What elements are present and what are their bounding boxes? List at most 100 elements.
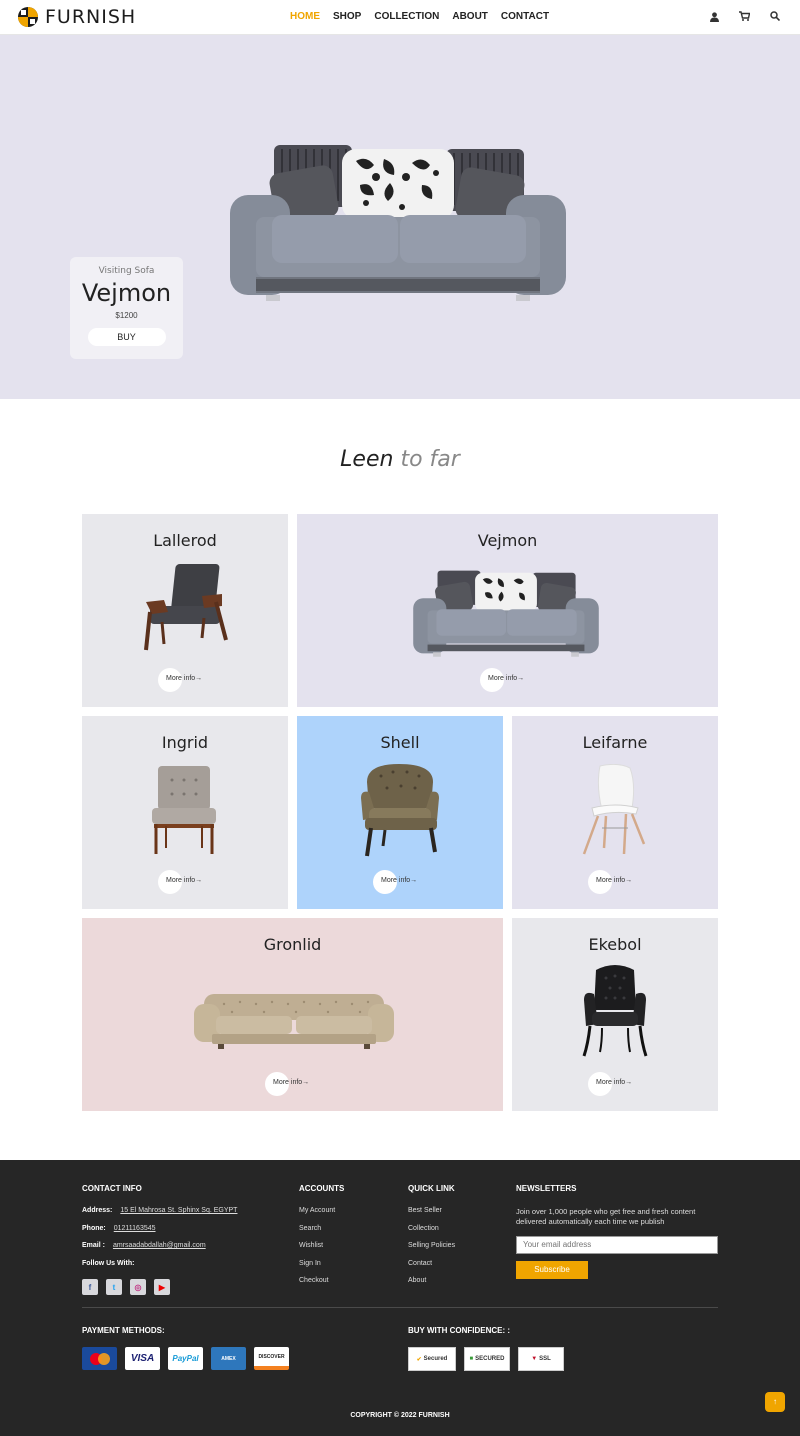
instagram-icon[interactable]: ◎ (130, 1279, 146, 1295)
facebook-icon[interactable]: f (82, 1279, 98, 1295)
tub-chair-image (361, 764, 439, 857)
product-tile-lallerod[interactable]: Lallerod More info→ (82, 514, 288, 707)
logo-text: FURNISH (45, 6, 137, 28)
footer-link[interactable]: My Account (299, 1207, 399, 1225)
more-info-link[interactable]: More info→ (588, 1072, 632, 1096)
footer-newsletter: NEWSLETTERS Join over 1,000 people who g… (516, 1184, 726, 1279)
phone-label: Phone: (82, 1224, 106, 1232)
site-header: FURNISH HOME SHOP COLLECTION ABOUT CONTA… (0, 0, 800, 35)
more-info-link[interactable]: More info→ (480, 668, 524, 692)
hero-banner: Visiting Sofa Vejmon $1200 BUY (0, 35, 800, 399)
subscribe-button[interactable]: Subscribe (516, 1260, 588, 1279)
more-info-label: More info→ (166, 675, 203, 682)
footer-accounts: ACCOUNTS My Account Search Wishlist Sign… (299, 1184, 399, 1295)
geotrust-badge-icon: ■ SECURED (464, 1347, 510, 1371)
footer-link[interactable]: Contact (408, 1260, 508, 1278)
buy-button[interactable]: BUY (87, 328, 166, 346)
site-footer: CONTACT INFO Address: 15 El Mahrosa St. S… (0, 1160, 800, 1436)
nav-collection[interactable]: COLLECTION (374, 11, 439, 22)
more-info-link[interactable]: More info→ (158, 870, 202, 894)
ssl-badge-icon: ▼ SSL (518, 1347, 564, 1371)
more-info-link[interactable]: More info→ (158, 668, 202, 692)
sofa-image (413, 570, 599, 657)
product-name: Shell (380, 733, 420, 752)
armchair-image (144, 564, 228, 651)
more-info-link[interactable]: More info→ (373, 870, 417, 894)
phone-row: Phone: 01211163545 (82, 1225, 282, 1243)
more-info-label: More info→ (166, 877, 203, 884)
more-info-label: More info→ (381, 877, 418, 884)
footer-quick-links: QUICK LINK Best Seller Collection Sellin… (408, 1184, 508, 1295)
footer-divider (82, 1307, 718, 1308)
footer-link[interactable]: Wishlist (299, 1242, 399, 1260)
main-nav: HOME SHOP COLLECTION ABOUT CONTACT (290, 11, 562, 22)
email-row: Email : amrsaadabdallah@gmail.com (82, 1242, 282, 1260)
product-name: Ingrid (161, 733, 209, 752)
newsletter-text: Join over 1,000 people who get free and … (516, 1207, 696, 1226)
nav-about[interactable]: ABOUT (452, 11, 488, 22)
product-name: Gronlid (263, 935, 322, 954)
discover-icon: DISCOVER (254, 1347, 289, 1370)
hero-price: $1200 (115, 311, 138, 320)
sofa-image (230, 145, 566, 301)
logo[interactable]: FURNISH (17, 6, 136, 28)
more-info-label: More info→ (488, 675, 525, 682)
social-links: f t ◎ ▶ (82, 1279, 282, 1295)
confidence-heading: BUY WITH CONFIDENCE: : (408, 1326, 511, 1335)
more-info-label: More info→ (596, 877, 633, 884)
footer-link[interactable]: Selling Policies (408, 1242, 508, 1260)
email-link[interactable]: amrsaadabdallah@gmail.com (113, 1242, 206, 1249)
email-label: Email : (82, 1242, 105, 1249)
more-info-link[interactable]: More info→ (588, 870, 632, 894)
phone-link[interactable]: 01211163545 (114, 1225, 156, 1232)
chair-image (152, 766, 216, 854)
leather-armchair-image (582, 965, 648, 1057)
product-name: Vejmon (477, 531, 538, 550)
product-name: Leifarne (582, 733, 648, 752)
product-tile-vejmon[interactable]: Vejmon More info→ (297, 514, 718, 707)
nav-shop[interactable]: SHOP (333, 11, 361, 22)
footer-link[interactable]: Sign In (299, 1260, 399, 1278)
plastic-chair-image (582, 764, 646, 855)
copyright: COPYRIGHT © 2022 FURNISH (350, 1412, 450, 1419)
footer-heading: NEWSLETTERS (516, 1184, 577, 1193)
nav-contact[interactable]: CONTACT (501, 11, 549, 22)
more-info-link[interactable]: More info→ (265, 1072, 309, 1096)
product-tile-gronlid[interactable]: Gronlid More info→ (82, 918, 503, 1111)
product-tile-ekebol[interactable]: Ekebol More info→ (512, 918, 718, 1111)
section-title-accent: to far (400, 447, 460, 472)
footer-link[interactable]: Best Seller (408, 1207, 508, 1225)
footer-heading: ACCOUNTS (299, 1184, 345, 1193)
footer-link[interactable]: About (408, 1277, 508, 1295)
section-title-main: Leen (340, 447, 394, 472)
nav-home[interactable]: HOME (290, 11, 320, 22)
logo-icon (18, 7, 38, 27)
hero-title: Vejmon (81, 279, 172, 307)
product-tile-ingrid[interactable]: Ingrid More info→ (82, 716, 288, 909)
back-to-top-button[interactable]: ↑ (765, 1392, 785, 1412)
user-icon[interactable] (710, 12, 719, 22)
search-icon[interactable] (770, 11, 780, 21)
section-title: Leen to far (0, 447, 800, 472)
product-tile-leifarne[interactable]: Leifarne More info→ (512, 716, 718, 909)
hero-product-card: Visiting Sofa Vejmon $1200 BUY (70, 257, 183, 359)
address-label: Address: (82, 1207, 113, 1214)
hero-subtitle: Visiting Sofa (98, 266, 155, 276)
product-tile-shell[interactable]: Shell More info→ (297, 716, 503, 909)
chesterfield-sofa-image (194, 994, 394, 1049)
cart-icon[interactable] (739, 11, 750, 21)
follow-row: Follow Us With: (82, 1260, 282, 1278)
more-info-label: More info→ (273, 1079, 310, 1086)
twitter-icon[interactable]: t (106, 1279, 122, 1295)
footer-link[interactable]: Collection (408, 1225, 508, 1243)
product-name: Ekebol (588, 935, 642, 954)
email-input[interactable] (516, 1235, 718, 1254)
youtube-icon[interactable]: ▶ (154, 1279, 170, 1295)
footer-link[interactable]: Search (299, 1225, 399, 1243)
payment-cards: VISA PayPal AMEX DISCOVER (82, 1347, 289, 1370)
footer-link[interactable]: Checkout (299, 1277, 399, 1295)
address-link[interactable]: 15 El Mahrosa St. Sphinx Sq. EGYPT (120, 1207, 237, 1214)
footer-heading: QUICK LINK (408, 1184, 455, 1193)
secured-badge-icon: ✔ Secured (408, 1347, 456, 1371)
footer-contact: CONTACT INFO Address: 15 El Mahrosa St. S… (82, 1184, 282, 1295)
